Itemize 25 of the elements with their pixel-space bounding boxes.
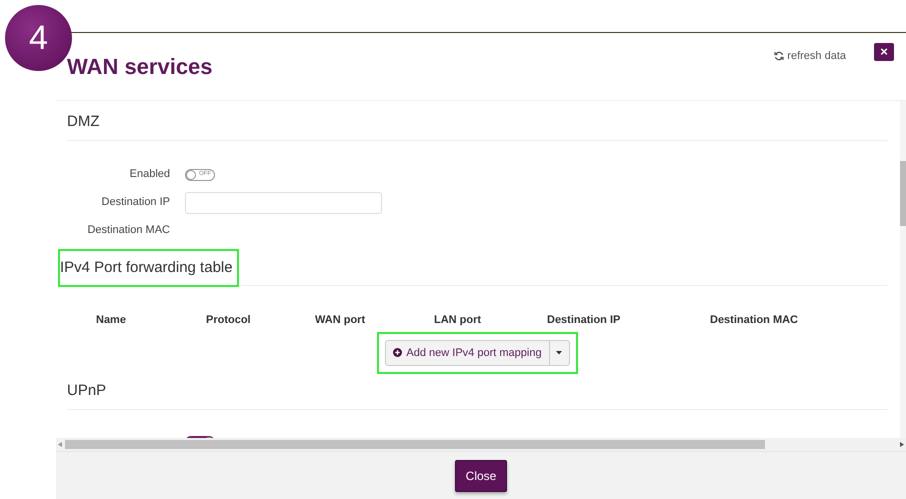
column-header: Destination MAC [710,313,799,328]
close-button[interactable]: Close [454,460,508,492]
field-label: Enabled [128,167,171,182]
refresh-link[interactable]: refresh data [774,48,846,64]
section-heading: IPv4 Port forwarding table [60,250,237,285]
scroll-left-icon[interactable] [58,442,62,447]
column-header: LAN port [434,313,482,328]
close-button[interactable]: × [874,43,894,61]
column-header: Destination IP [547,313,622,328]
column-header: Protocol [206,313,252,328]
plus-circle-icon [393,348,402,358]
column-header: Name [96,313,127,328]
section-heading: DMZ [67,112,100,132]
scroll-right-icon[interactable] [900,442,904,447]
section-heading: UPnP [67,381,108,401]
add-mapping-button[interactable]: Add new IPv4 port mapping [385,340,550,366]
horizontal-scrollbar[interactable] [56,438,906,451]
field-label: Destination IP [100,195,171,210]
dropdown-button[interactable] [550,340,570,366]
refresh-icon [774,51,784,62]
field-label: Destination MAC [86,223,171,238]
vertical-scrollbar[interactable] [900,101,906,438]
caret-icon [556,350,562,355]
column-header: WAN port [315,313,366,328]
input-field[interactable] [185,192,382,214]
